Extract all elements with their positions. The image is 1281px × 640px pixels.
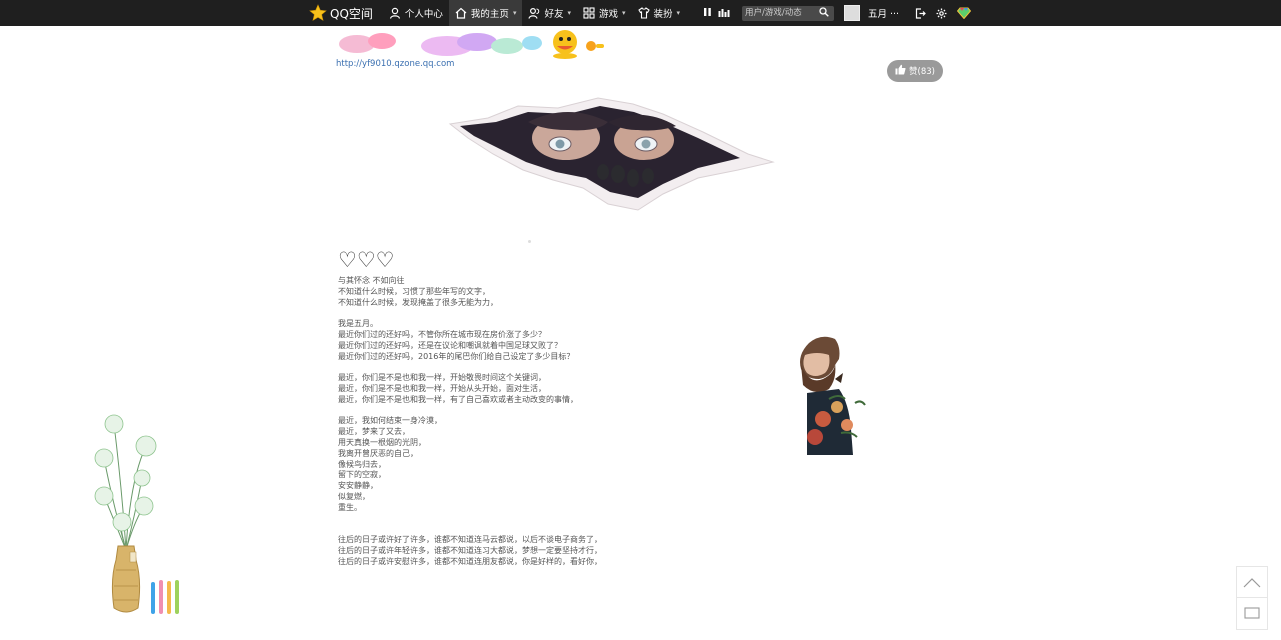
nav-item-decorate[interactable]: 装扮 ▾ <box>632 0 687 26</box>
text-line: 留下的空寂， <box>338 470 386 480</box>
text-line: 似复燃， <box>338 491 370 501</box>
text-line: 最近，你们是不是也和我一样，开始从头开始，面对生活， <box>338 383 546 393</box>
nav-label: 游戏 <box>598 9 618 20</box>
text-line: 我是五月。 <box>338 319 378 329</box>
paragraph: 我是五月。 最近你们过的还好吗，不管你所在城市现在房价涨了多少？ 最近你们过的还… <box>338 319 638 362</box>
text-line: 用天真换一根烟的光阴， <box>338 437 426 447</box>
like-count: 赞(83) <box>909 67 935 77</box>
text-line: 最近，我如何结束一身冷漠， <box>338 416 442 426</box>
decorative-dot <box>528 240 531 243</box>
text-line: 重生。 <box>338 502 362 512</box>
text-line: 不知道什么时候，发现掩盖了很多无能为力， <box>338 297 498 307</box>
post-content: 与其怀念 不如向往 不知道什么时候，习惯了那些年写的文字， 不知道什么时候，发现… <box>338 276 638 578</box>
text-line: 不知道什么时候，习惯了那些年写的文字， <box>338 286 490 296</box>
friends-icon <box>528 7 540 19</box>
zone-url-link[interactable]: http://yf9010.qzone.qq.com <box>336 59 454 69</box>
diamond-icon[interactable] <box>957 7 972 19</box>
nav-label: 我的主页 <box>470 9 509 20</box>
text-line: 安安静静， <box>338 481 378 491</box>
nav-item-games[interactable]: 游戏 ▾ <box>577 0 632 26</box>
text-line: 最近你们过的还好吗，还是在议论和嘲讽就着中国足球又败了？ <box>338 340 562 350</box>
pause-icon[interactable] <box>703 7 712 20</box>
shirt-icon <box>637 7 650 19</box>
equalizer-icon[interactable] <box>718 7 730 20</box>
banner-illustration <box>448 97 775 211</box>
chevron-down-icon: ▾ <box>676 9 681 17</box>
like-button[interactable]: 赞(83) <box>887 60 943 82</box>
gear-icon[interactable] <box>936 8 947 19</box>
nav-item-my-homepage[interactable]: 我的主页 ▾ <box>448 0 523 26</box>
chevron-up-icon <box>1243 573 1261 592</box>
text-line: 往后的日子或许好了许多，谁都不知道连马云都说，以后不谈电子商务了， <box>338 535 602 545</box>
nav-label: 好友 <box>544 9 564 20</box>
logo-text: QQ空间 <box>330 6 373 21</box>
text-line: 最近你们过的还好吗，2016年的尾巴你们给自己设定了多少目标？ <box>338 351 575 361</box>
text-line: 我离开曾厌恶的自己， <box>338 448 418 458</box>
top-navigation-bar: QQ空间 个人中心 我的主页 ▾ 好友 ▾ 游戏 ▾ 装扮 ▾ 用户/游戏/动态… <box>0 0 1281 26</box>
nav-item-personal-center[interactable]: 个人中心 <box>383 0 449 26</box>
chevron-down-icon: ▾ <box>512 9 517 17</box>
chevron-down-icon: ▾ <box>567 9 571 17</box>
paragraph: 最近，你们是不是也和我一样，开始敬畏时间这个关键词， 最近，你们是不是也和我一样… <box>338 373 638 405</box>
text-line: 最近，梦来了又去， <box>338 427 410 437</box>
text-line: 最近你们过的还好吗，不管你所在城市现在房价涨了多少？ <box>338 329 546 339</box>
paragraph: 与其怀念 不如向往 不知道什么时候，习惯了那些年写的文字， 不知道什么时候，发现… <box>338 276 638 308</box>
music-player <box>703 7 730 20</box>
paragraph: 往后的日子或许好了许多，谁都不知道连马云都说，以后不谈电子商务了， 往后的日子或… <box>338 535 638 567</box>
username[interactable]: 五月 ··· <box>868 6 899 20</box>
right-toolbar: 五月 ··· <box>703 0 981 26</box>
text-line: 与其怀念 不如向往 <box>338 276 405 285</box>
bearded-man-illustration <box>800 336 866 455</box>
main-nav: QQ空间 个人中心 我的主页 ▾ 好友 ▾ 游戏 ▾ 装扮 ▾ <box>309 0 686 26</box>
signature-graffiti-image <box>339 30 604 59</box>
user-avatar[interactable] <box>844 5 860 21</box>
home-icon <box>455 7 467 19</box>
logout-icon[interactable] <box>915 7 926 19</box>
text-line: 往后的日子或许安慰许多，谁都不知道连朋友都说，你是好样的，看好你， <box>338 556 602 566</box>
hearts-heading: ♡♡♡ <box>338 248 395 272</box>
floating-toolbar <box>1236 566 1268 630</box>
back-to-top-button[interactable] <box>1237 567 1267 598</box>
feedback-button[interactable] <box>1237 598 1267 629</box>
chevron-down-icon: ▾ <box>622 9 626 17</box>
crayons-decoration <box>151 580 179 614</box>
thumbs-up-icon <box>895 64 906 78</box>
search-icon[interactable] <box>819 6 829 20</box>
text-line: 往后的日子或许年轻许多，谁都不知道连习大都说，梦想一定要坚持才行， <box>338 545 602 555</box>
text-line: 像候鸟归去， <box>338 459 386 469</box>
paragraph: 最近，我如何结束一身冷漠， 最近，梦来了又去， 用天真换一根烟的光阴， 我离开曾… <box>338 416 638 513</box>
text-line: 最近，你们是不是也和我一样，开始敬畏时间这个关键词， <box>338 373 546 383</box>
nav-item-friends[interactable]: 好友 ▾ <box>522 0 577 26</box>
nav-label: 个人中心 <box>404 9 443 20</box>
nav-label: 装扮 <box>653 9 673 20</box>
text-line: 最近，你们是不是也和我一样，有了自己喜欢或者主动改变的事情， <box>338 394 578 404</box>
star-logo-icon <box>309 4 327 22</box>
person-icon <box>389 7 401 19</box>
grid-icon <box>583 7 595 19</box>
qzone-logo[interactable]: QQ空间 <box>309 4 373 22</box>
search-input[interactable] <box>745 6 819 20</box>
message-box-icon <box>1244 604 1260 623</box>
search-box <box>742 5 834 21</box>
